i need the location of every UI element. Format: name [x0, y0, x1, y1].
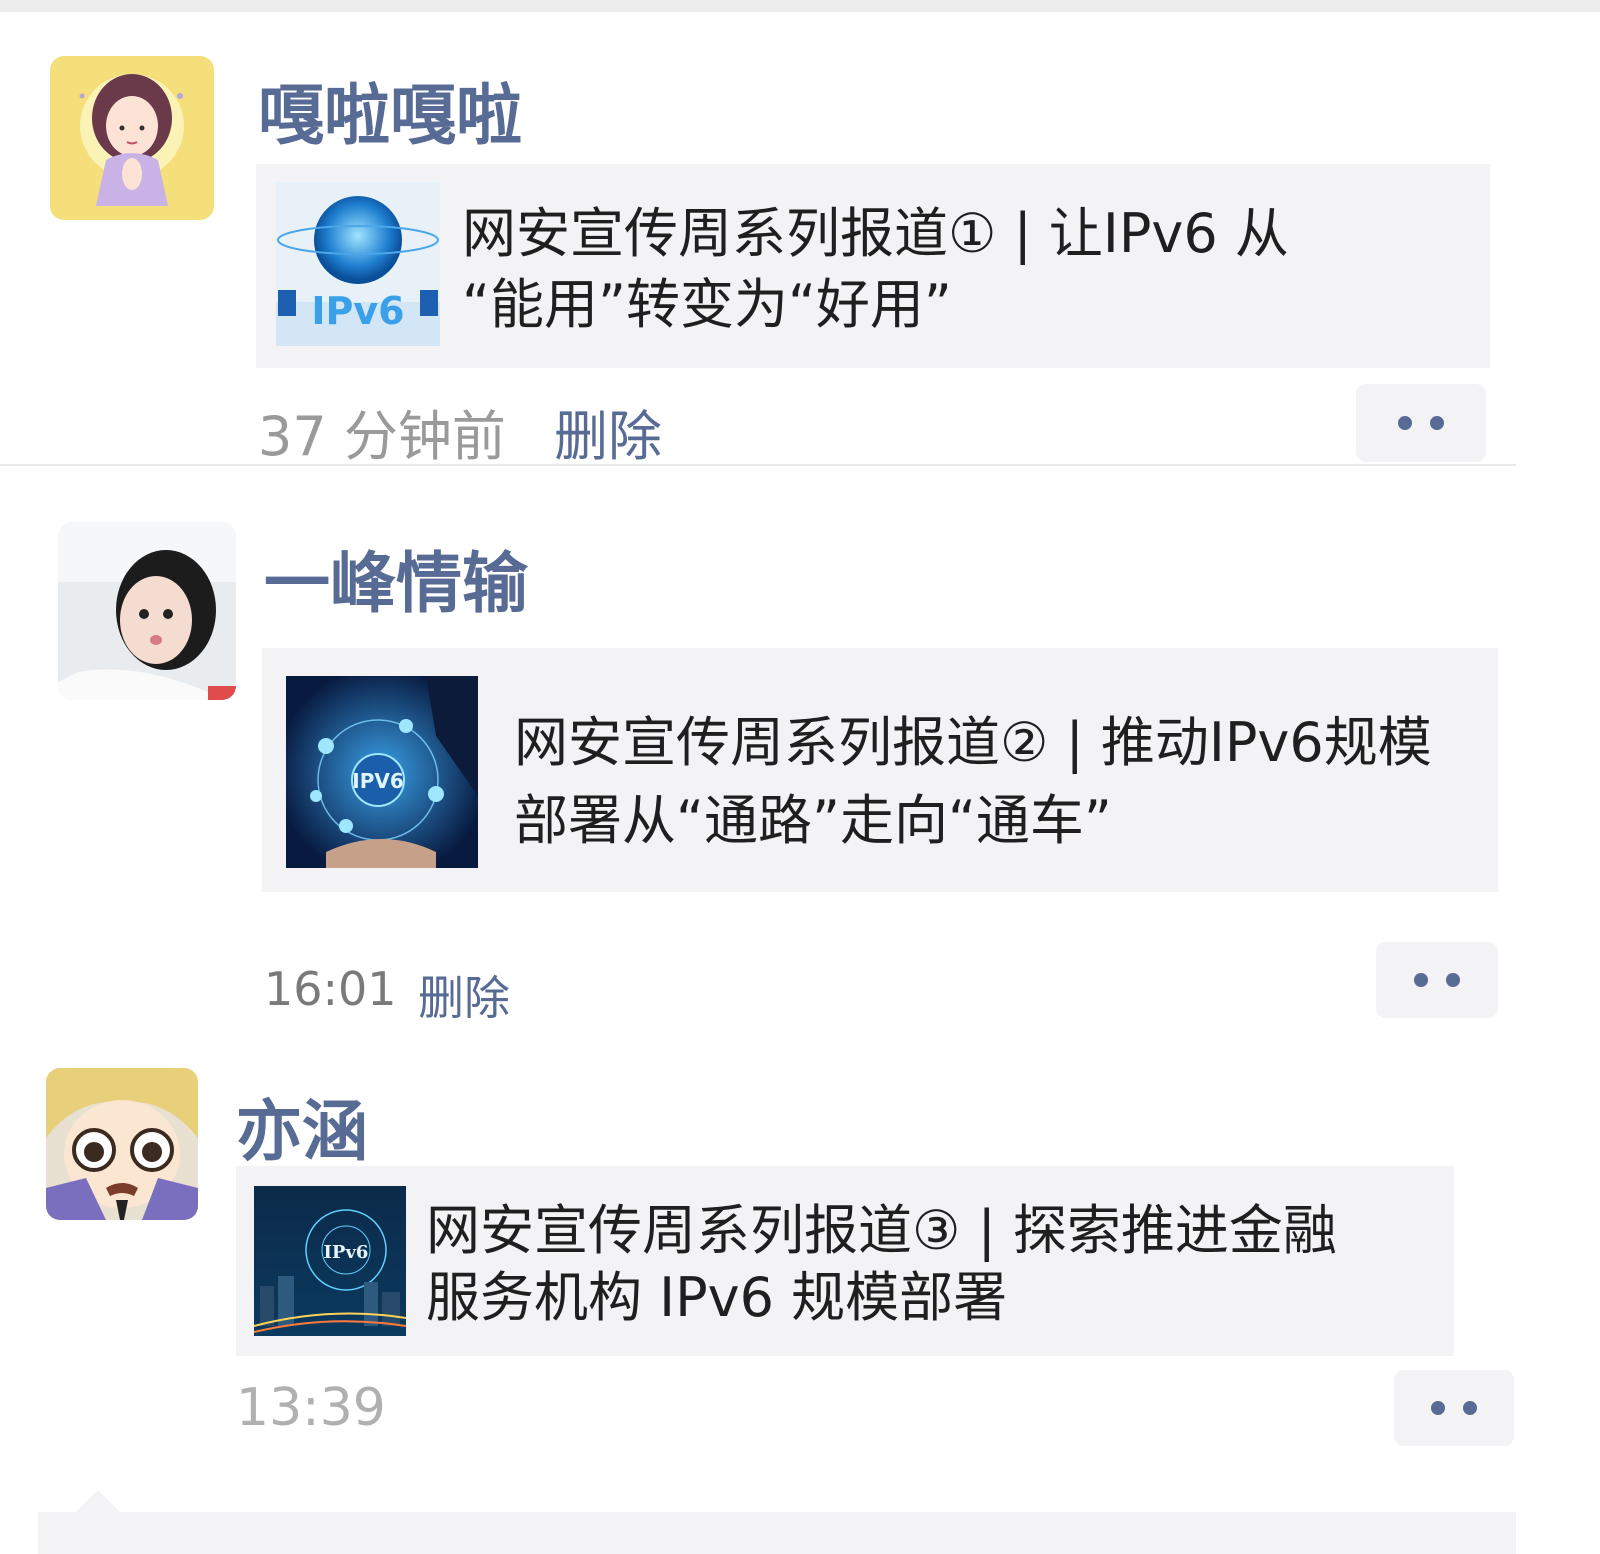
cartoon-girl-avatar-icon — [50, 56, 214, 220]
article-thumbnail: IPv6 — [276, 182, 440, 346]
anime-boy-avatar-icon — [46, 1068, 198, 1220]
article-title-line: “能用”转变为“好用” — [462, 273, 952, 337]
ipv6-city-network-thumbnail-icon: IPv6 — [254, 1186, 406, 1336]
article-title-line: 网安宣传周系列报道③ | 探索推进金融 — [426, 1199, 1337, 1262]
article-thumbnail: IPv6 — [254, 1186, 406, 1336]
article-title-line: 部署从“通路”走向“通车” — [514, 789, 1112, 853]
post-time: 16:01 — [264, 962, 397, 1016]
comment-area — [38, 1512, 1516, 1554]
more-button[interactable] — [1356, 384, 1486, 462]
article-title-line: 服务机构 IPv6 规模部署 — [426, 1265, 1008, 1329]
svg-text:IPv6: IPv6 — [324, 1242, 369, 1263]
shared-article-card[interactable]: IPV6 网安宣传周系列报道② | 推动IPv6规模 部署从“通路”走向“通车” — [262, 648, 1498, 892]
delete-link[interactable]: 删除 — [418, 962, 510, 1028]
svg-text:IPV6: IPV6 — [352, 769, 404, 793]
svg-text:IPv6: IPv6 — [311, 289, 404, 333]
article-title-line: 网安宣传周系列报道① | 让IPv6 从 — [462, 202, 1289, 265]
top-edge-bar — [0, 0, 1600, 12]
author-name[interactable]: 亦涵 — [236, 1078, 368, 1174]
article-title: 网安宣传周系列报道③ | 探索推进金融 服务机构 IPv6 规模部署 — [426, 1198, 1337, 1332]
girl-photo-avatar-icon — [58, 522, 236, 700]
post-time: 37 分钟前 — [258, 405, 506, 468]
avatar[interactable] — [50, 56, 214, 220]
more-dots-icon — [1414, 973, 1460, 987]
shared-article-card[interactable]: IPv6 网安宣传周系列报道③ | 探索推进金融 服务机构 IPv6 规模部署 — [236, 1166, 1454, 1356]
shared-article-card[interactable]: IPv6 网安宣传周系列报道① | 让IPv6 从 “能用”转变为“好用” — [256, 164, 1490, 368]
avatar[interactable] — [58, 522, 236, 700]
article-title: 网安宣传周系列报道② | 推动IPv6规模 部署从“通路”走向“通车” — [514, 704, 1432, 861]
article-title-line: 网安宣传周系列报道② | 推动IPv6规模 — [514, 711, 1432, 774]
more-dots-icon — [1431, 1401, 1477, 1415]
more-button[interactable] — [1376, 942, 1498, 1018]
author-name[interactable]: 一峰情输 — [264, 530, 528, 626]
article-thumbnail: IPV6 — [286, 676, 478, 868]
avatar[interactable] — [46, 1068, 198, 1220]
post-divider — [0, 464, 1516, 466]
delete-link[interactable]: 删除 — [554, 392, 662, 471]
article-title: 网安宣传周系列报道① | 让IPv6 从 “能用”转变为“好用” — [462, 198, 1289, 341]
author-name[interactable]: 嘎啦嘎啦 — [258, 62, 522, 158]
ipv6-globe-thumbnail-icon: IPv6 — [276, 182, 440, 346]
post-time: 13:39 — [236, 1378, 386, 1438]
more-dots-icon — [1398, 416, 1444, 430]
ipv6-network-hand-thumbnail-icon: IPV6 — [286, 676, 478, 868]
more-button[interactable] — [1394, 1370, 1514, 1446]
comment-area-pointer — [76, 1490, 120, 1512]
